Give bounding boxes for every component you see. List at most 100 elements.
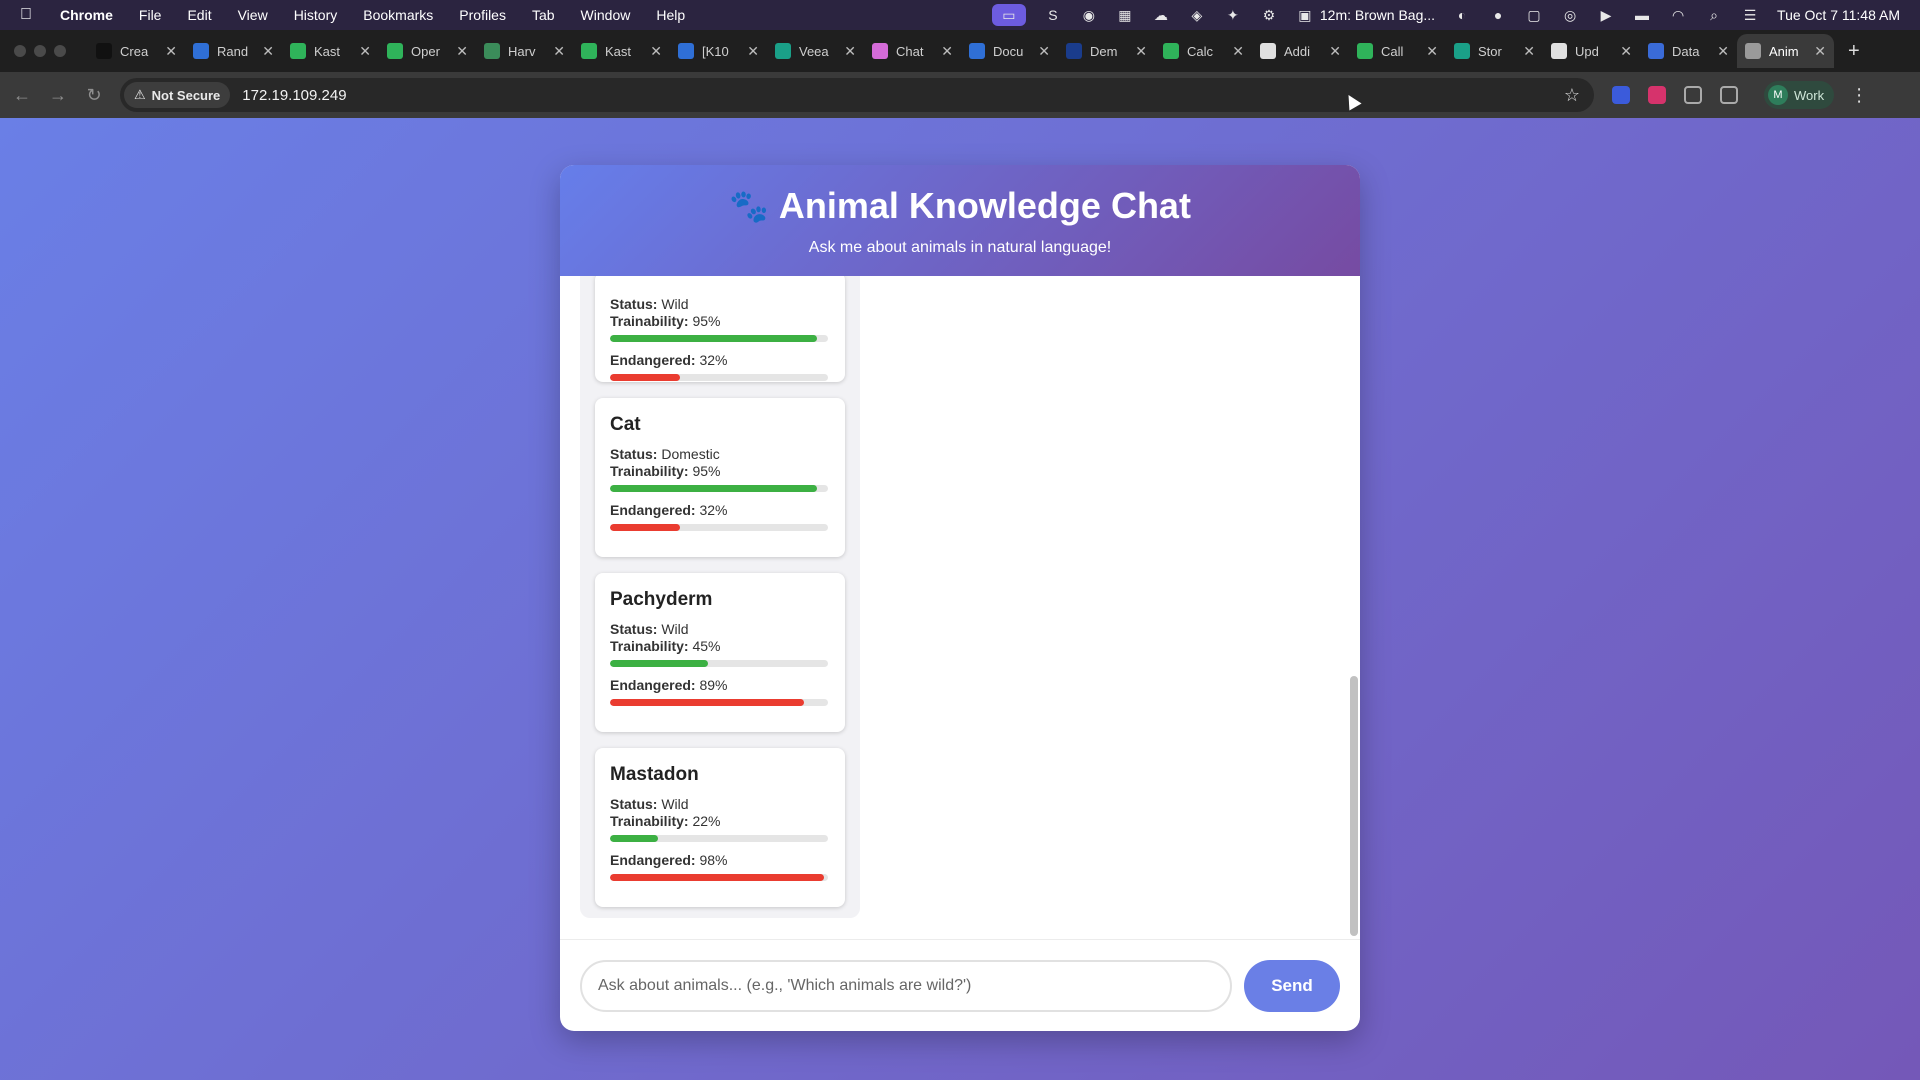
browser-tab[interactable]: Oper ✕	[379, 34, 476, 68]
dropbox-icon[interactable]: ◈	[1188, 6, 1206, 24]
browser-tab[interactable]: Docu ✕	[961, 34, 1058, 68]
browser-tab[interactable]: Rand ✕	[185, 34, 282, 68]
tab-title: Data	[1672, 43, 1700, 59]
forward-icon[interactable]: →	[40, 85, 76, 106]
browser-tab[interactable]: Call ✕	[1349, 34, 1446, 68]
browser-tab[interactable]: Dem ✕	[1058, 34, 1155, 68]
trainability-value: 95%	[692, 313, 721, 329]
reload-icon[interactable]: ↻	[76, 85, 112, 106]
menu-window[interactable]: Window	[581, 7, 631, 23]
close-tab-icon[interactable]: ✕	[456, 43, 468, 60]
endangered-label: Endangered:	[610, 502, 696, 518]
browser-tab[interactable]: [K10 ✕	[670, 34, 767, 68]
menu-file[interactable]: File	[139, 7, 162, 23]
close-tab-icon[interactable]: ✕	[1135, 43, 1147, 60]
bitwarden-extension-icon[interactable]	[1612, 86, 1630, 104]
messages-scrollbar[interactable]	[1350, 276, 1358, 939]
close-tab-icon[interactable]: ✕	[1232, 43, 1244, 60]
play-icon[interactable]: ▶	[1597, 6, 1615, 24]
more-menu-icon[interactable]: ⋮	[1850, 85, 1868, 106]
minimize-window-button[interactable]	[34, 45, 46, 57]
tab-title: Upd	[1575, 43, 1599, 59]
cloud-icon[interactable]: ☁	[1152, 6, 1170, 24]
browser-tab[interactable]: Chat ✕	[864, 34, 961, 68]
menu-view[interactable]: View	[238, 7, 268, 23]
trainability-bar	[610, 835, 828, 842]
send-button[interactable]: Send	[1244, 959, 1340, 1012]
menu-profiles[interactable]: Profiles	[459, 7, 506, 23]
teams-icon[interactable]: ⚙	[1260, 6, 1278, 24]
messages-area[interactable]: Status: Wild Trainability: 95% Endangere…	[560, 276, 1360, 939]
browser-tab[interactable]: Crea ✕	[88, 34, 185, 68]
profile-button[interactable]: M Work	[1764, 81, 1835, 109]
new-tab-icon[interactable]: +	[1848, 40, 1860, 63]
paw-icon: 🐾	[729, 188, 769, 224]
menu-tab[interactable]: Tab	[532, 7, 555, 23]
extensions-puzzle-icon[interactable]	[1684, 86, 1702, 104]
menu-app-chrome[interactable]: Chrome	[60, 7, 113, 23]
sparkle-icon[interactable]: ✦	[1224, 6, 1242, 24]
chat-input-area: Send	[560, 939, 1360, 1031]
grid-icon[interactable]: ▦	[1116, 6, 1134, 24]
browser-tab[interactable]: Veea ✕	[767, 34, 864, 68]
screen-share-icon[interactable]: ▭	[991, 4, 1026, 26]
close-tab-icon[interactable]: ✕	[359, 43, 371, 60]
dollar-extension-icon[interactable]	[1648, 86, 1666, 104]
window-icon[interactable]: ▢	[1525, 6, 1543, 24]
browser-tab[interactable]: Addi ✕	[1252, 34, 1349, 68]
close-tab-icon[interactable]: ✕	[553, 43, 565, 60]
browser-tab-active[interactable]: Anim ✕	[1737, 34, 1834, 68]
close-tab-icon[interactable]: ✕	[747, 43, 759, 60]
menu-bookmarks[interactable]: Bookmarks	[363, 7, 433, 23]
browser-tab[interactable]: Kast ✕	[573, 34, 670, 68]
close-tab-icon[interactable]: ✕	[1329, 43, 1341, 60]
trainability-bar-fill	[610, 660, 709, 667]
security-chip[interactable]: ⚠ Not Secure	[124, 82, 231, 108]
menu-history[interactable]: History	[294, 7, 338, 23]
creative-cloud-icon[interactable]: ◎	[1561, 6, 1579, 24]
apple-menu-icon[interactable]: 	[20, 6, 42, 24]
tab-search-icon[interactable]	[1720, 86, 1738, 104]
close-tab-icon[interactable]: ✕	[1523, 43, 1535, 60]
browser-tab[interactable]: Stor ✕	[1446, 34, 1543, 68]
browser-tab[interactable]: Harv ✕	[476, 34, 573, 68]
search-icon[interactable]: ⌕	[1705, 6, 1723, 24]
meeting-reminder[interactable]: ▣ 12m: Brown Bag...	[1296, 6, 1435, 24]
browser-tab[interactable]: Data ✕	[1640, 34, 1737, 68]
close-tab-icon[interactable]: ✕	[1426, 43, 1438, 60]
notification-icon[interactable]: ●	[1489, 6, 1507, 24]
close-tab-icon[interactable]: ✕	[1620, 43, 1632, 60]
close-tab-icon[interactable]: ✕	[262, 43, 274, 60]
browser-tab[interactable]: Kast ✕	[282, 34, 379, 68]
chat-input[interactable]	[580, 959, 1232, 1012]
menubar-clock[interactable]: Tue Oct 7 11:48 AM	[1777, 7, 1900, 23]
close-tab-icon[interactable]: ✕	[650, 43, 662, 60]
browser-tab[interactable]: Upd ✕	[1543, 34, 1640, 68]
maximize-window-button[interactable]	[54, 45, 66, 57]
scrollbar-thumb[interactable]	[1350, 676, 1358, 936]
url-text[interactable]: 172.19.109.249	[242, 87, 1564, 104]
record-icon[interactable]: ◉	[1080, 6, 1098, 24]
trainability-label: Trainability:	[610, 463, 689, 479]
back-icon[interactable]: ←	[4, 85, 40, 106]
close-tab-icon[interactable]: ✕	[165, 43, 177, 60]
browser-tab[interactable]: Calc ✕	[1155, 34, 1252, 68]
close-tab-icon[interactable]: ✕	[941, 43, 953, 60]
close-tab-icon[interactable]: ✕	[844, 43, 856, 60]
close-tab-icon[interactable]: ✕	[1814, 43, 1826, 60]
close-tab-icon[interactable]: ✕	[1038, 43, 1050, 60]
control-center-icon[interactable]: ☰	[1741, 6, 1759, 24]
wifi-icon[interactable]: ◠	[1669, 6, 1687, 24]
scrivener-icon[interactable]: S	[1044, 6, 1062, 24]
bookmark-star-icon[interactable]: ☆	[1564, 85, 1580, 106]
tab-title: Harv	[508, 43, 536, 59]
status-value: Wild	[661, 796, 689, 812]
close-tab-icon[interactable]: ✕	[1717, 43, 1729, 60]
battery-icon[interactable]: ▬	[1633, 6, 1651, 24]
sync-icon[interactable]: ◐	[1453, 6, 1471, 24]
menu-help[interactable]: Help	[656, 7, 685, 23]
close-window-button[interactable]	[14, 45, 26, 57]
address-bar[interactable]: ⚠ Not Secure 172.19.109.249 ☆	[120, 78, 1594, 112]
animal-name: Cat	[610, 414, 641, 435]
menu-edit[interactable]: Edit	[187, 7, 211, 23]
